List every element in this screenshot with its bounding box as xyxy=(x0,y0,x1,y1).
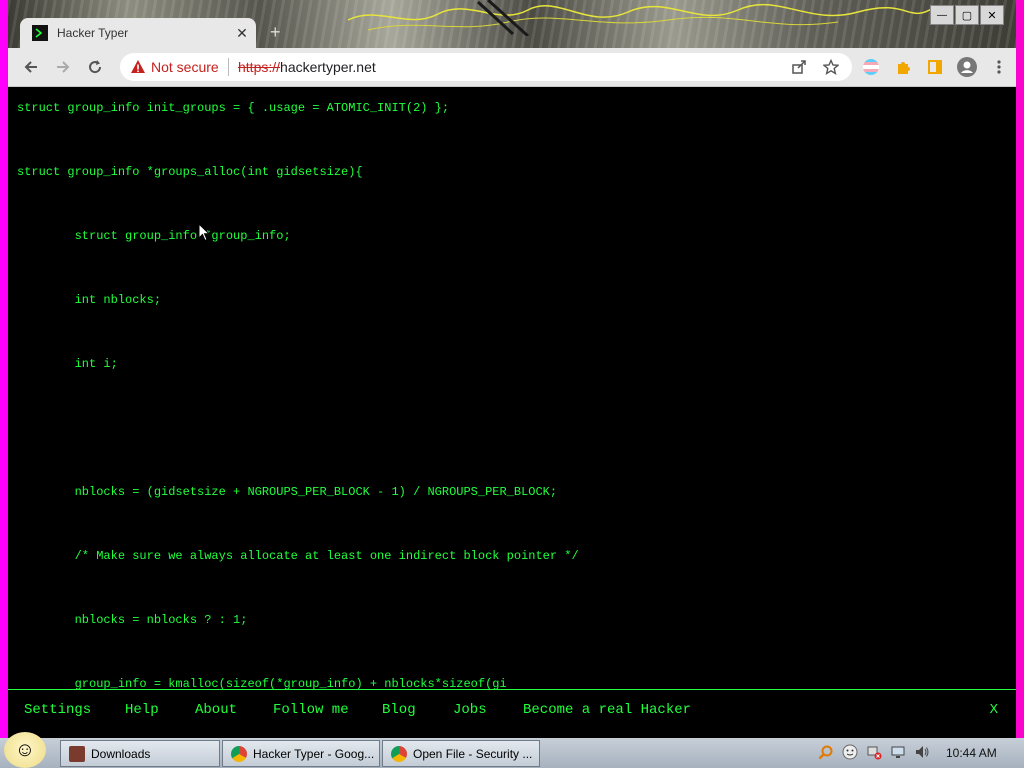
url-text[interactable]: https://hackertyper.net xyxy=(238,59,376,75)
menu-icon xyxy=(997,60,1001,74)
reload-button[interactable] xyxy=(84,56,106,78)
task-downloads[interactable]: Downloads xyxy=(60,740,220,767)
clock[interactable]: 10:44 AM xyxy=(946,746,997,760)
start-button[interactable]: ☺ xyxy=(4,732,46,768)
share-icon[interactable] xyxy=(791,59,807,75)
sidebar-icon xyxy=(928,60,942,74)
footer-menu: Settings Help About Follow me Blog Jobs … xyxy=(8,689,1016,738)
menu-close-button[interactable]: X xyxy=(990,702,998,718)
new-tab-button[interactable]: + xyxy=(270,22,281,43)
profile-flag-icon xyxy=(863,59,879,75)
back-icon xyxy=(24,61,37,73)
task-open-file-label: Open File - Security ... xyxy=(413,746,533,761)
chrome-icon xyxy=(231,745,247,762)
extensions-icon xyxy=(898,62,910,74)
sidebar-button[interactable] xyxy=(924,56,946,78)
menu-settings[interactable]: Settings xyxy=(24,702,91,718)
back-button[interactable] xyxy=(20,56,42,78)
star-icon[interactable] xyxy=(823,59,839,75)
volume-icon[interactable] xyxy=(914,744,930,760)
network-error-icon[interactable] xyxy=(866,744,882,760)
code-line: nblocks = (gidsetsize + NGROUPS_PER_BLOC… xyxy=(17,485,558,499)
minimize-button[interactable]: — xyxy=(930,5,954,25)
task-hacker-typer-label: Hacker Typer - Goog... xyxy=(253,746,375,761)
search-tray-icon[interactable] xyxy=(818,744,834,760)
extensions-button[interactable] xyxy=(892,56,914,78)
smiley-tray-icon[interactable] xyxy=(842,744,858,760)
tab-title: Hacker Typer xyxy=(57,26,129,40)
code-line: nblocks = nblocks ? : 1; xyxy=(17,613,248,627)
smiley-start-icon: ☺ xyxy=(14,738,36,761)
address-bar[interactable]: Not secure https://hackertyper.net xyxy=(120,53,852,81)
task-open-file[interactable]: Open File - Security ... xyxy=(382,740,540,767)
tab-close-icon[interactable]: ✕ xyxy=(232,25,252,42)
code-line: struct group_info *groups_alloc(int gids… xyxy=(17,165,363,179)
code-line: int i; xyxy=(17,357,118,371)
menu-jobs[interactable]: Jobs xyxy=(453,702,487,718)
browser-toolbar: Not secure https://hackertyper.net xyxy=(8,48,1016,87)
window-close-button[interactable]: ✕ xyxy=(980,5,1004,25)
security-status[interactable]: Not secure xyxy=(151,59,219,75)
menu-become-hacker[interactable]: Become a real Hacker xyxy=(523,702,691,718)
warning-icon xyxy=(131,60,145,73)
forward-button[interactable] xyxy=(52,56,74,78)
maximize-icon: ▢ xyxy=(961,9,973,22)
account-icon xyxy=(957,57,977,77)
code-line: struct group_info init_groups = { .usage… xyxy=(17,101,450,115)
hacker-typer-page[interactable]: struct group_info init_groups = { .usage… xyxy=(8,87,1016,738)
forward-icon xyxy=(57,61,70,73)
omnibox-divider xyxy=(228,58,229,76)
code-line: /* Make sure we always allocate at least… xyxy=(17,549,579,563)
menu-button[interactable] xyxy=(988,56,1010,78)
terminal-favicon-icon xyxy=(32,25,48,41)
menu-about[interactable]: About xyxy=(195,702,237,718)
maximize-button[interactable]: ▢ xyxy=(955,5,979,25)
minimize-icon: — xyxy=(937,9,947,21)
taskbar: ☺ Downloads Hacker Typer - Goog... Open … xyxy=(0,732,1024,768)
url-host: hackertyper.net xyxy=(280,59,376,75)
task-downloads-label: Downloads xyxy=(91,746,151,761)
menu-blog[interactable]: Blog xyxy=(382,702,416,718)
code-line: struct group_info *group_info; xyxy=(17,229,291,243)
mouse-pointer-icon xyxy=(198,223,210,242)
profile-flag-button[interactable] xyxy=(860,56,882,78)
task-hacker-typer[interactable]: Hacker Typer - Goog... xyxy=(222,740,380,767)
decorative-scribble xyxy=(347,0,934,36)
account-button[interactable] xyxy=(956,56,978,78)
menu-follow-me[interactable]: Follow me xyxy=(273,702,349,718)
chrome-icon xyxy=(391,745,407,762)
url-scheme: https:// xyxy=(238,59,281,75)
tab-strip: Hacker Typer ✕ + — ▢ ✕ xyxy=(8,0,1016,48)
display-tray-icon[interactable] xyxy=(890,744,906,760)
folder-icon xyxy=(69,745,85,762)
menu-help[interactable]: Help xyxy=(125,702,159,718)
browser-window: Hacker Typer ✕ + — ▢ ✕ Not secure https:… xyxy=(8,0,1016,738)
reload-icon xyxy=(89,60,102,74)
code-output: struct group_info init_groups = { .usage… xyxy=(17,92,579,700)
code-line: int nblocks; xyxy=(17,293,162,307)
window-close-icon: ✕ xyxy=(987,9,997,22)
tab-hacker-typer[interactable]: Hacker Typer ✕ xyxy=(20,18,256,48)
